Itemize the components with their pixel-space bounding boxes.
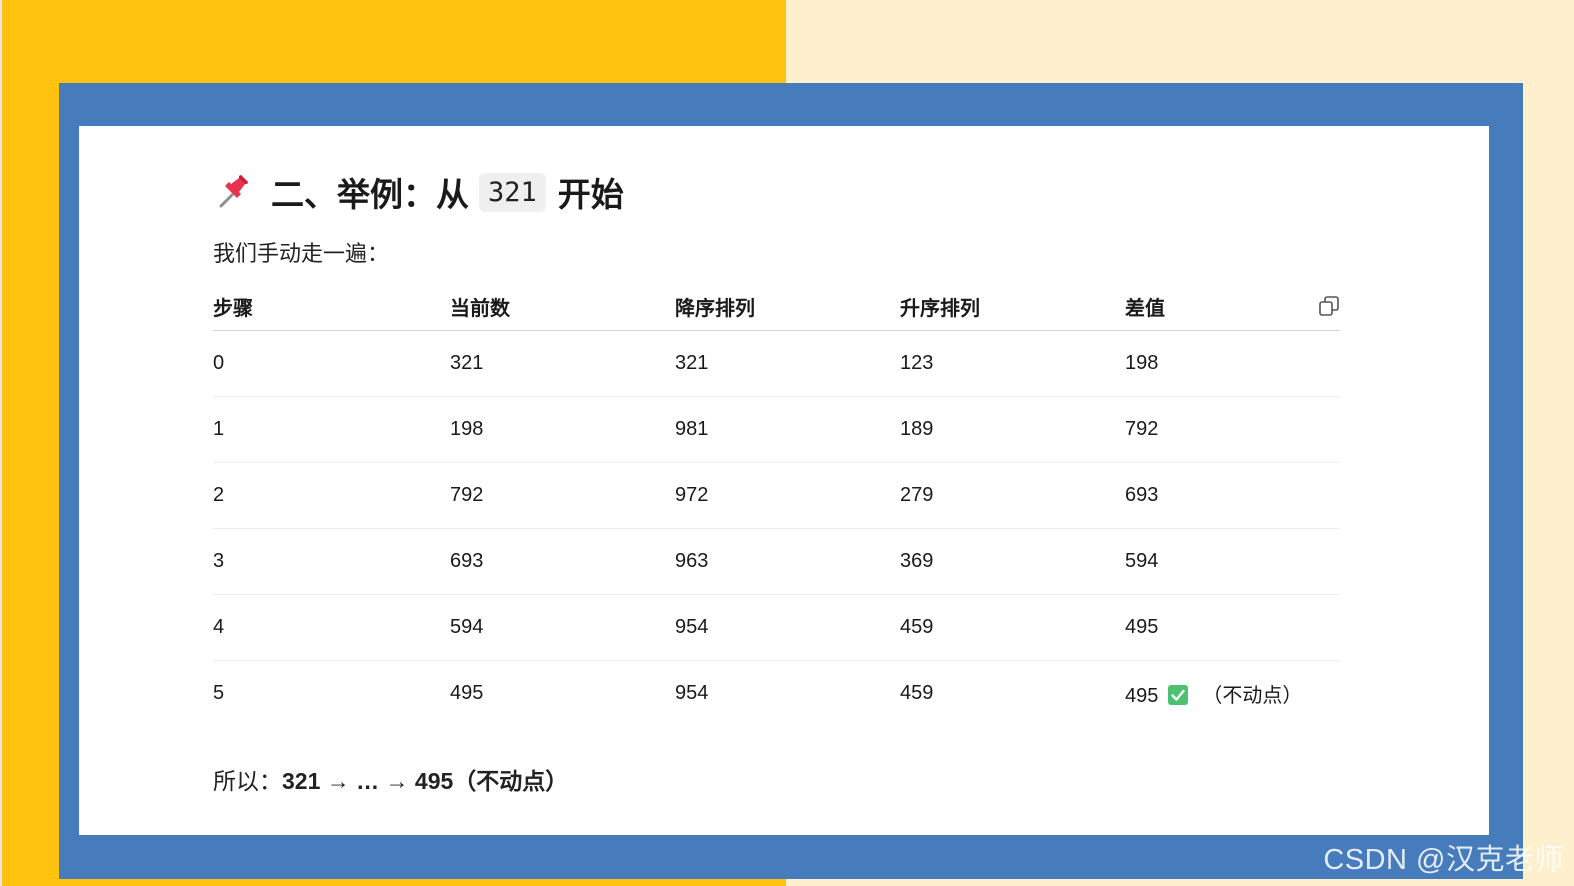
table-row: 0 321 321 123 198: [213, 330, 1340, 397]
heading-suffix: 开始: [557, 176, 624, 213]
cell-difference-value: 495: [1125, 685, 1159, 707]
cell-descending: 963: [675, 528, 900, 595]
summary-prefix: 所以：: [213, 768, 282, 794]
cell-step: 0: [213, 330, 450, 397]
cell-difference: 792: [1125, 396, 1340, 463]
cell-current: 321: [450, 330, 675, 397]
cell-descending: 981: [675, 396, 900, 463]
cell-step: 4: [213, 594, 450, 661]
cell-ascending: 459: [900, 682, 934, 704]
cell-step: 3: [213, 528, 450, 595]
cell-difference: 693: [1125, 462, 1340, 529]
column-header-step: 步骤: [213, 282, 450, 331]
cell-difference-fixed-point: 495 （不动点）: [1125, 661, 1340, 727]
cell-difference: 594: [1125, 528, 1340, 595]
cell-ascending: 123: [900, 330, 1125, 397]
pushpin-icon: [215, 172, 255, 212]
column-header-current: 当前数: [450, 282, 675, 331]
summary-sequence: 321 → … → 495（不动点）: [282, 768, 569, 794]
cell-current: 594: [450, 594, 675, 661]
watermark: CSDN @汉克老师: [1323, 844, 1564, 876]
cell-difference: 495: [1125, 594, 1340, 661]
check-mark-icon: [1168, 685, 1189, 705]
steps-table: 步骤 当前数 降序排列 升序排列 差值 0 321 321 123 198 1 …: [213, 282, 1340, 726]
column-header-descending: 降序排列: [675, 282, 900, 331]
table-row: 5 495 954 459 495 （不动点）: [213, 661, 1340, 727]
copy-icon[interactable]: [1318, 295, 1340, 317]
intro-text: 我们手动走一遍：: [213, 241, 390, 266]
cell-difference: 198: [1125, 330, 1340, 397]
left-edge-border: [0, 0, 2, 886]
heading-number-chip: 321: [479, 172, 546, 212]
cell-current: 792: [450, 462, 675, 529]
table-row: 2 792 972 279 693: [213, 462, 1340, 529]
cell-ascending: 279: [900, 462, 1125, 529]
cell-current: 693: [450, 528, 675, 595]
table-row: 4 594 954 459 495: [213, 594, 1340, 661]
summary-line: 所以：321 → … → 495（不动点）: [213, 762, 568, 796]
cell-step: 5: [213, 682, 225, 704]
cell-ascending: 189: [900, 396, 1125, 463]
cell-descending: 321: [675, 330, 900, 397]
cell-descending: 954: [675, 682, 709, 704]
fixed-point-note: （不动点）: [1202, 685, 1303, 707]
column-header-difference-label: 差值: [1125, 297, 1165, 320]
cell-ascending: 369: [900, 528, 1125, 595]
cell-step: 1: [213, 396, 450, 463]
section-heading: 二、举例：从 321 开始: [215, 168, 624, 216]
column-header-ascending: 升序排列: [900, 282, 1125, 331]
table-row: 3 693 963 369 594: [213, 528, 1340, 595]
cell-ascending: 459: [900, 594, 1125, 661]
cell-descending: 972: [675, 462, 900, 529]
table-row: 1 198 981 189 792: [213, 396, 1340, 463]
column-header-difference: 差值: [1125, 282, 1340, 331]
cell-descending: 954: [675, 594, 900, 661]
heading-prefix: 二、举例：从: [271, 176, 469, 213]
cell-current: 495: [450, 682, 484, 704]
cell-step: 2: [213, 462, 450, 529]
cell-current: 198: [450, 396, 675, 463]
table-header-row: 步骤 当前数 降序排列 升序排列 差值: [213, 282, 1340, 331]
